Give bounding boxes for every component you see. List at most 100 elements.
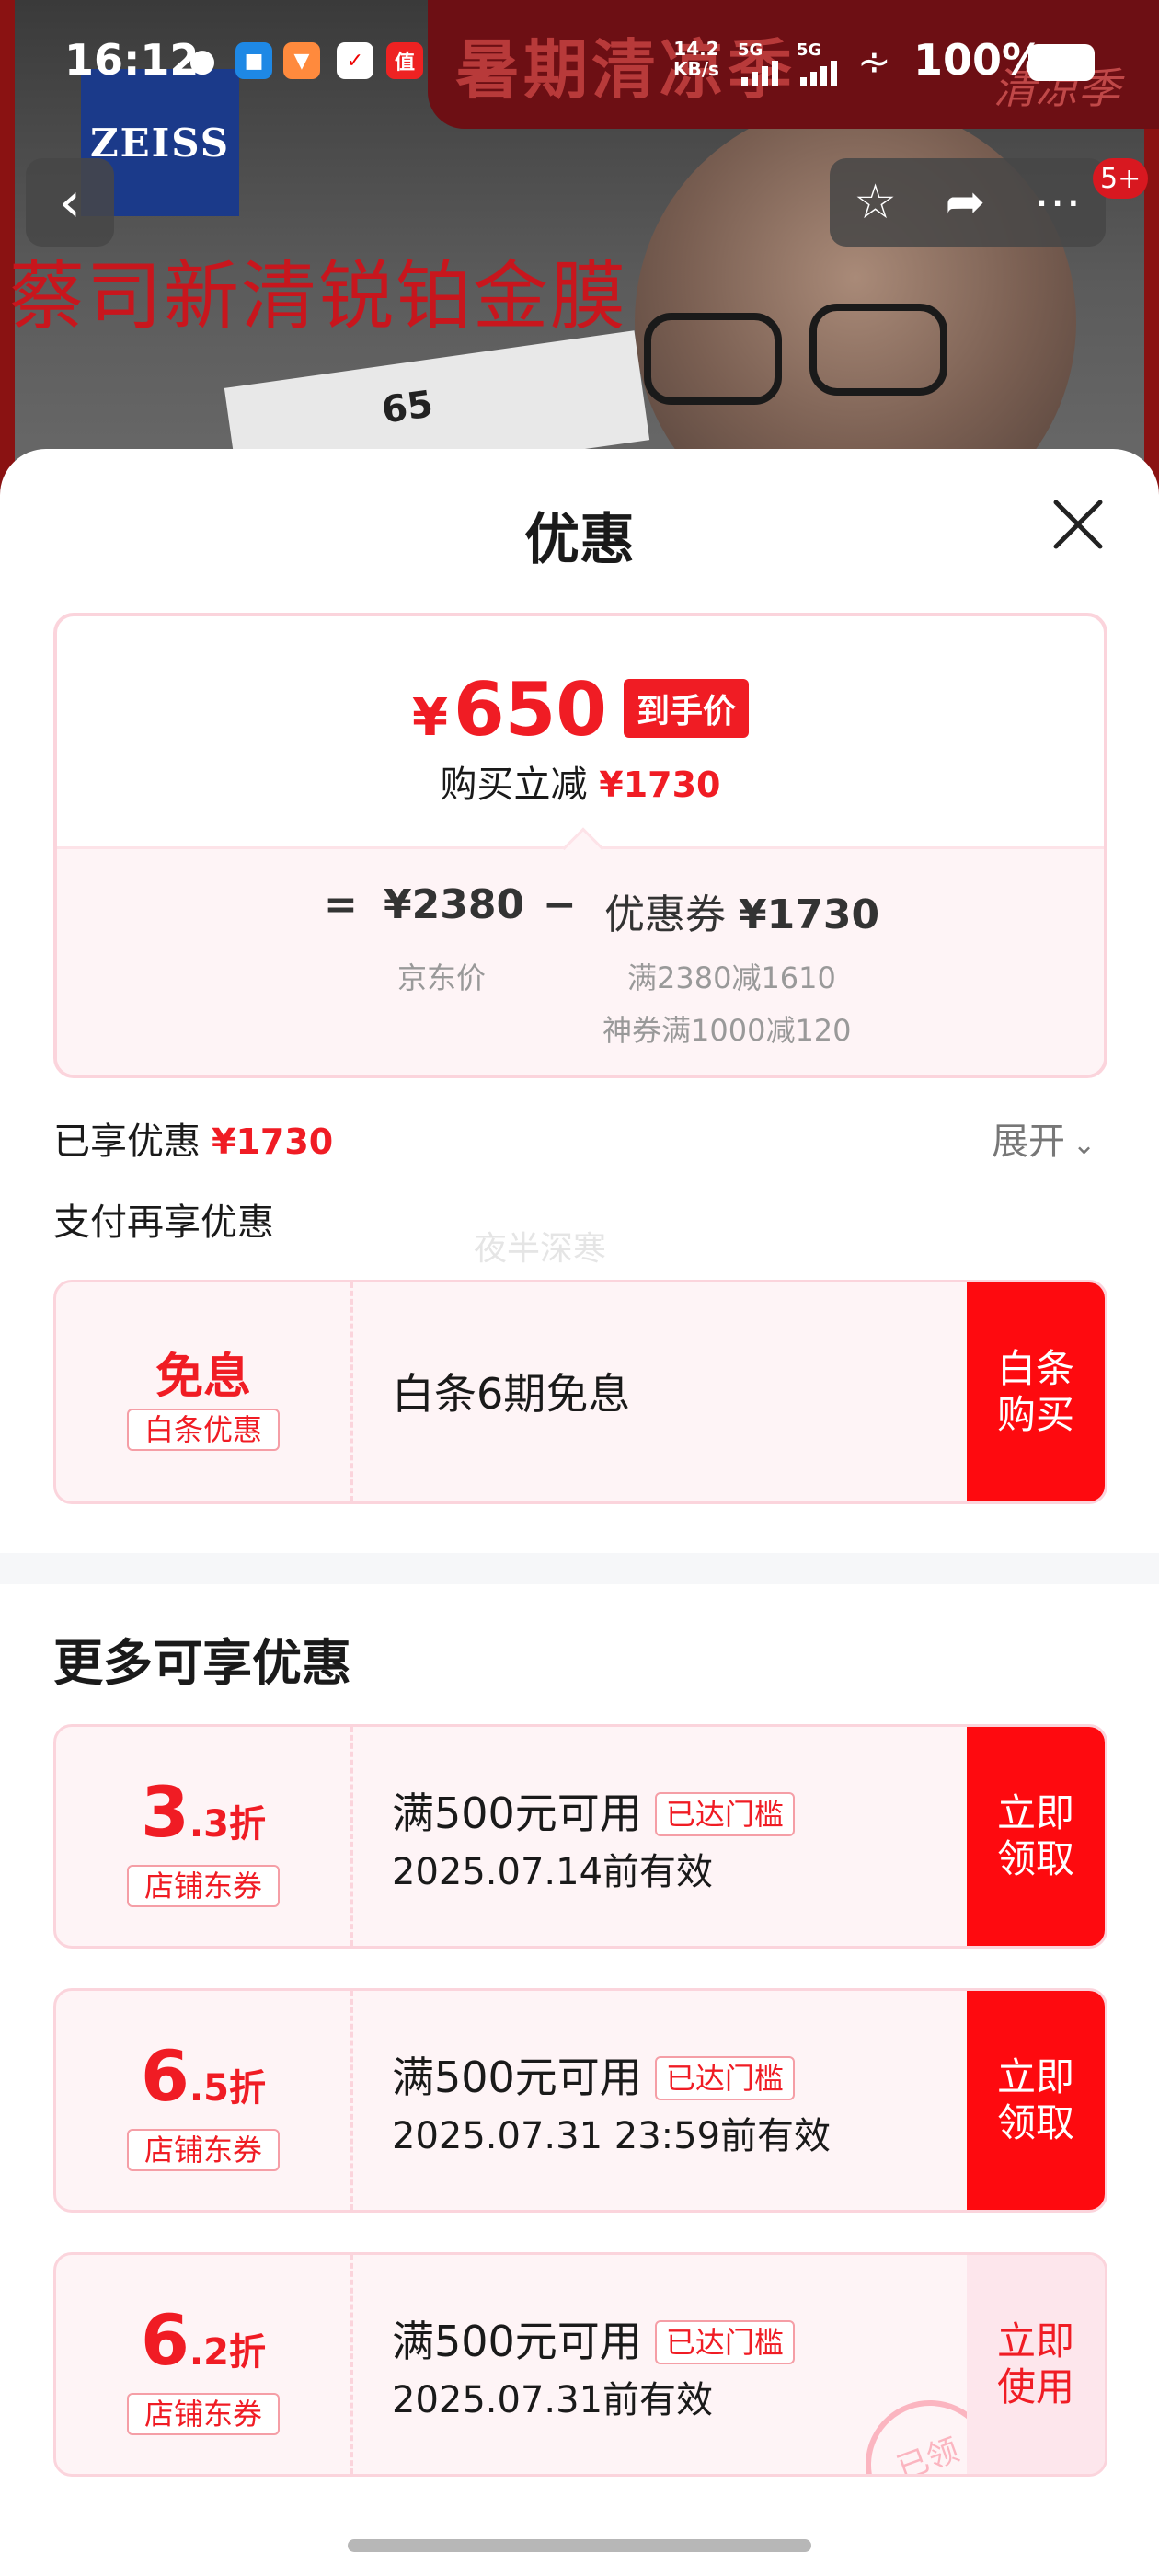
- coupon-card-1: 3.3折 店铺东券 满500元可用 已达门槛 2025.07.14前有效 立即 领取: [53, 1724, 1107, 1949]
- coupon-discount-frac: .2折: [189, 2331, 266, 2374]
- coupon-chip: 店铺东券: [127, 1865, 280, 1907]
- sheet-title: 优惠: [524, 508, 635, 572]
- coupon-left: 6.5折 店铺东券: [56, 1991, 350, 2210]
- expand-label: 展开: [992, 1121, 1065, 1163]
- app-icon-red: ✓: [337, 42, 373, 79]
- enjoyed-value: ¥1730: [212, 1121, 334, 1162]
- watermark-text: 夜半深寒: [474, 1230, 607, 1268]
- coupon-detail-1: 满2380减1610: [627, 960, 836, 995]
- promotion-sheet: 优惠 ¥ 650 到手价 购买立减 ¥1730 = ¥2380 − 优惠券 ¥1…: [0, 449, 1159, 2576]
- enjoyed-label: 已享优惠: [53, 1121, 201, 1163]
- signal-label-2: 5G: [797, 40, 822, 60]
- chevron-down-icon: ⌄: [1073, 1129, 1096, 1161]
- coupon-title: 满500元可用 已达门槛: [392, 1780, 795, 1841]
- more-offers-heading: 更多可享优惠: [53, 1634, 351, 1692]
- signal-bars-2-icon: [800, 61, 837, 86]
- instant-discount-label: 购买立减: [440, 764, 588, 806]
- wifi-icon: ∻: [857, 39, 891, 86]
- back-button[interactable]: ‹: [26, 158, 114, 247]
- app-icon-blue: ■: [235, 42, 272, 79]
- coupon-discount-main: 3: [141, 1771, 189, 1853]
- coupon-total: 优惠券 ¥1730: [604, 881, 879, 940]
- final-price: 650: [453, 667, 607, 753]
- network-speed-unit: KB/s: [673, 58, 719, 80]
- currency-symbol: ¥: [412, 688, 448, 748]
- coupon-divider: [350, 1282, 353, 1501]
- coupon-discount: 6.5折: [56, 2035, 350, 2117]
- coupon-title-text: 满500元可用: [392, 2053, 642, 2102]
- coupon-detail-2: 神券满1000减120: [602, 1013, 852, 1048]
- lens-card-number: 65: [379, 383, 436, 432]
- instant-discount: 购买立减 ¥1730: [57, 754, 1104, 808]
- signal-bars-1-icon: [741, 61, 778, 86]
- coupon-expiry: 2025.07.14前有效: [392, 1851, 714, 1893]
- coupon-discount-frac: .3折: [189, 1803, 266, 1846]
- battery-percent: 100%: [913, 35, 1045, 85]
- price-breakdown: = ¥2380 − 优惠券 ¥1730 京东价 满2380减1610 神券满10…: [57, 846, 1104, 1075]
- coupon-title: 满500元可用 已达门槛: [392, 2308, 795, 2369]
- equals-sign: =: [324, 881, 358, 928]
- zhidemai-icon: 值: [386, 42, 423, 79]
- coupon-card-2: 6.5折 店铺东券 满500元可用 已达门槛 2025.07.31 23:59前有…: [53, 1988, 1107, 2213]
- coupon-title: 满500元可用 已达门槛: [392, 2044, 795, 2105]
- coupon-chip: 店铺东券: [127, 2129, 280, 2171]
- enjoyed-discount: 已享优惠 ¥1730: [53, 1111, 333, 1165]
- expand-button[interactable]: 展开 ⌄: [992, 1111, 1096, 1165]
- base-price-label: 京东价: [397, 960, 487, 995]
- coupon-card-3: 6.2折 店铺东券 满500元可用 已达门槛 2025.07.31前有效 已领 立…: [53, 2252, 1107, 2477]
- coupon-divider: [350, 1727, 353, 1946]
- product-title: 蔡司新清锐铂金膜: [9, 253, 628, 340]
- coupon-discount: 3.3折: [56, 1771, 350, 1853]
- baitiao-offer-card: 免息 白条优惠 白条6期免息 白条 购买: [53, 1280, 1107, 1504]
- coupon-divider: [350, 1991, 353, 2210]
- battery-icon: [1028, 44, 1095, 81]
- coupon-expiry: 2025.07.31 23:59前有效: [392, 2115, 832, 2157]
- coupon-expiry: 2025.07.31前有效: [392, 2379, 714, 2421]
- coupon-chip: 店铺东券: [127, 2393, 280, 2435]
- base-price: ¥2380: [384, 881, 525, 928]
- coupon-discount-main: 6: [141, 2035, 189, 2117]
- coupon-total-label: 优惠券: [604, 891, 726, 938]
- baitiao-buy-button[interactable]: 白条 购买: [967, 1282, 1105, 1501]
- network-speed: 14.2 KB/s: [673, 39, 719, 79]
- pay-more-heading: 支付再享优惠: [53, 1202, 274, 1244]
- claim-coupon-button[interactable]: 立即 领取: [967, 1991, 1105, 2210]
- app-icon-orange: ▼: [283, 42, 320, 79]
- coupon-discount-main: 6: [141, 2299, 189, 2381]
- final-price-tag: 到手价: [623, 679, 749, 738]
- status-bar: 16:12 ● ■ ▼ ✓ 值 14.2 KB/s 5G 5G ∻ 100%: [0, 28, 1159, 101]
- status-time: 16:12: [64, 35, 200, 85]
- chevron-left-icon: ‹: [59, 170, 81, 235]
- baitiao-title: 白条6期免息: [392, 1369, 631, 1419]
- instant-discount-value: ¥1730: [599, 765, 721, 805]
- use-coupon-button[interactable]: 立即 使用: [967, 2255, 1105, 2474]
- price-summary-top: ¥ 650 到手价 购买立减 ¥1730: [57, 616, 1104, 846]
- baitiao-left: 免息 白条优惠: [56, 1282, 350, 1501]
- coupon-divider: [350, 2255, 353, 2474]
- coupon-threshold-badge: 已达门槛: [654, 2056, 795, 2100]
- close-icon[interactable]: [1047, 493, 1109, 556]
- coupon-threshold-badge: 已达门槛: [654, 2320, 795, 2364]
- more-icon[interactable]: ⋯: [1034, 175, 1082, 230]
- top-actions: ☆ ➦ ⋯: [830, 158, 1106, 247]
- home-indicator[interactable]: [348, 2539, 811, 2552]
- claim-coupon-button[interactable]: 立即 领取: [967, 1727, 1105, 1946]
- coupon-discount: 6.2折: [56, 2299, 350, 2381]
- minus-sign: −: [543, 881, 577, 928]
- baitiao-big-text: 免息: [155, 1350, 251, 1405]
- signal-label-1: 5G: [738, 40, 763, 60]
- share-icon[interactable]: ➦: [946, 175, 986, 230]
- coupon-title-text: 满500元可用: [392, 2317, 642, 2366]
- coupon-total-value: ¥1730: [739, 891, 880, 938]
- final-price-row: ¥ 650 到手价: [57, 667, 1104, 753]
- coupon-left: 3.3折 店铺东券: [56, 1727, 350, 1946]
- glasses-right-lens: [809, 304, 947, 396]
- coupon-threshold-badge: 已达门槛: [654, 1792, 795, 1836]
- wechat-icon: ●: [189, 42, 216, 79]
- price-summary-card: ¥ 650 到手价 购买立减 ¥1730 = ¥2380 − 优惠券 ¥1730…: [53, 613, 1107, 1078]
- coupon-left: 6.2折 店铺东券: [56, 2255, 350, 2474]
- coupon-title-text: 满500元可用: [392, 1788, 642, 1838]
- glasses-left-lens: [644, 313, 782, 405]
- network-speed-value: 14.2: [673, 38, 719, 60]
- favorite-star-icon[interactable]: ☆: [854, 175, 897, 230]
